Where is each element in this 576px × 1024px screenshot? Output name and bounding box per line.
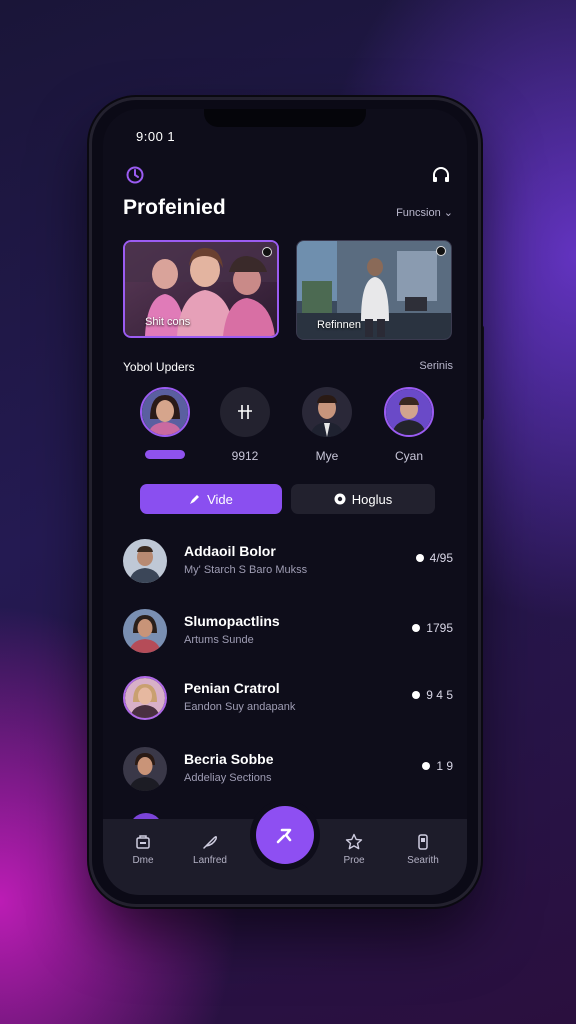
list-item[interactable]: Becria Sobbe Addeliay Sections 1 9 [123,747,453,797]
story-item[interactable]: Mye [301,387,353,463]
camera-icon [436,246,446,256]
list-item[interactable]: Addaoil Bolor My' Starch S Baro Mukss 4/… [123,539,453,589]
nav-item-proe[interactable]: Proe [324,833,384,866]
contact-subtitle: Eandon Suy andapank [184,701,296,713]
power-icon[interactable] [125,165,145,185]
contact-meta: 4/95 [415,551,453,565]
stories-see-all[interactable]: Serinis [419,360,453,372]
eye-icon [334,493,346,505]
story-name: 9912 [231,449,259,463]
compose-fab[interactable] [256,806,314,864]
featured-label: Refinnen [317,319,362,331]
add-story-button[interactable] [220,387,270,437]
contact-meta-value: 1 9 [436,759,453,773]
contact-meta: 1 9 [422,759,453,773]
contact-name: Addaoil Bolor [184,543,276,559]
avatar [123,676,167,720]
contact-meta: 9 4 5 [412,688,453,702]
nav-label: Lanfred [193,855,227,866]
stories-section-title: Yobol Upders [123,360,195,374]
avatar [123,539,167,583]
active-story-indicator [145,450,185,459]
app-screen: 9:00 1 Profeinied Funcsion ⌄ Shit cons R… [103,109,467,895]
nav-label: Searith [407,855,439,866]
list-item[interactable]: Slumopactlins Artums Sunde 1795 [123,609,453,659]
avatar [123,609,167,653]
contact-name: Becria Sobbe [184,751,274,767]
status-dot [415,554,424,562]
featured-card-friends[interactable]: Shit cons [123,240,279,338]
phone-icon [418,834,428,850]
avatar [123,747,167,791]
avatar [140,387,190,437]
notch [204,109,366,127]
highlights-button-label: Hoglus [351,491,393,507]
highlights-button[interactable]: Hoglus [291,484,435,514]
compose-icon [276,828,292,844]
featured-card-street[interactable]: Refinnen [296,240,452,340]
status-dot [412,624,421,632]
featured-label: Shit cons [145,316,191,328]
story-item[interactable] [139,387,191,459]
contact-name: Slumopactlins [184,613,280,629]
camera-icon [262,247,272,257]
status-time: 9:00 1 [136,129,176,144]
contact-subtitle: My' Starch S Baro Mukss [184,564,308,576]
phone-frame: 9:00 1 Profeinied Funcsion ⌄ Shit cons R… [92,100,478,904]
nav-label: Proe [343,855,365,866]
avatar [302,387,352,437]
pen-icon [190,495,200,504]
avatar [384,387,434,437]
feather-icon [203,835,217,849]
home-icon [136,835,150,849]
contact-meta-value: 9 4 5 [426,688,453,702]
contact-name: Penian Cratrol [184,680,280,696]
story-item[interactable]: 9912 [219,387,271,463]
story-item[interactable]: Cyan [383,387,435,463]
page-title: Profeinied [123,196,226,219]
headset-icon[interactable] [431,165,451,185]
story-name: Cyan [394,449,423,463]
video-button-label: Vide [207,491,233,507]
contact-subtitle: Artums Sunde [184,634,254,646]
plus-icon [238,405,252,419]
nav-item-lanfred[interactable]: Lanfred [180,833,240,866]
nav-item-search[interactable]: Searith [393,833,453,866]
video-button[interactable]: Vide [140,484,282,514]
list-item[interactable]: Penian Cratrol Eandon Suy andapank 9 4 5 [123,676,453,726]
nav-item-home[interactable]: Dme [113,833,173,866]
contact-meta-value: 4/95 [429,551,453,565]
phone-side-button [478,325,484,421]
contact-meta: 1795 [412,621,453,635]
nav-label: Dme [132,855,154,866]
star-icon [345,833,363,850]
filter-dropdown[interactable]: Funcsion ⌄ [396,206,453,219]
status-dot [412,691,421,699]
contact-subtitle: Addeliay Sections [184,772,272,784]
story-name: Mye [315,449,339,463]
contact-meta-value: 1795 [426,621,453,635]
status-dot [422,762,431,770]
